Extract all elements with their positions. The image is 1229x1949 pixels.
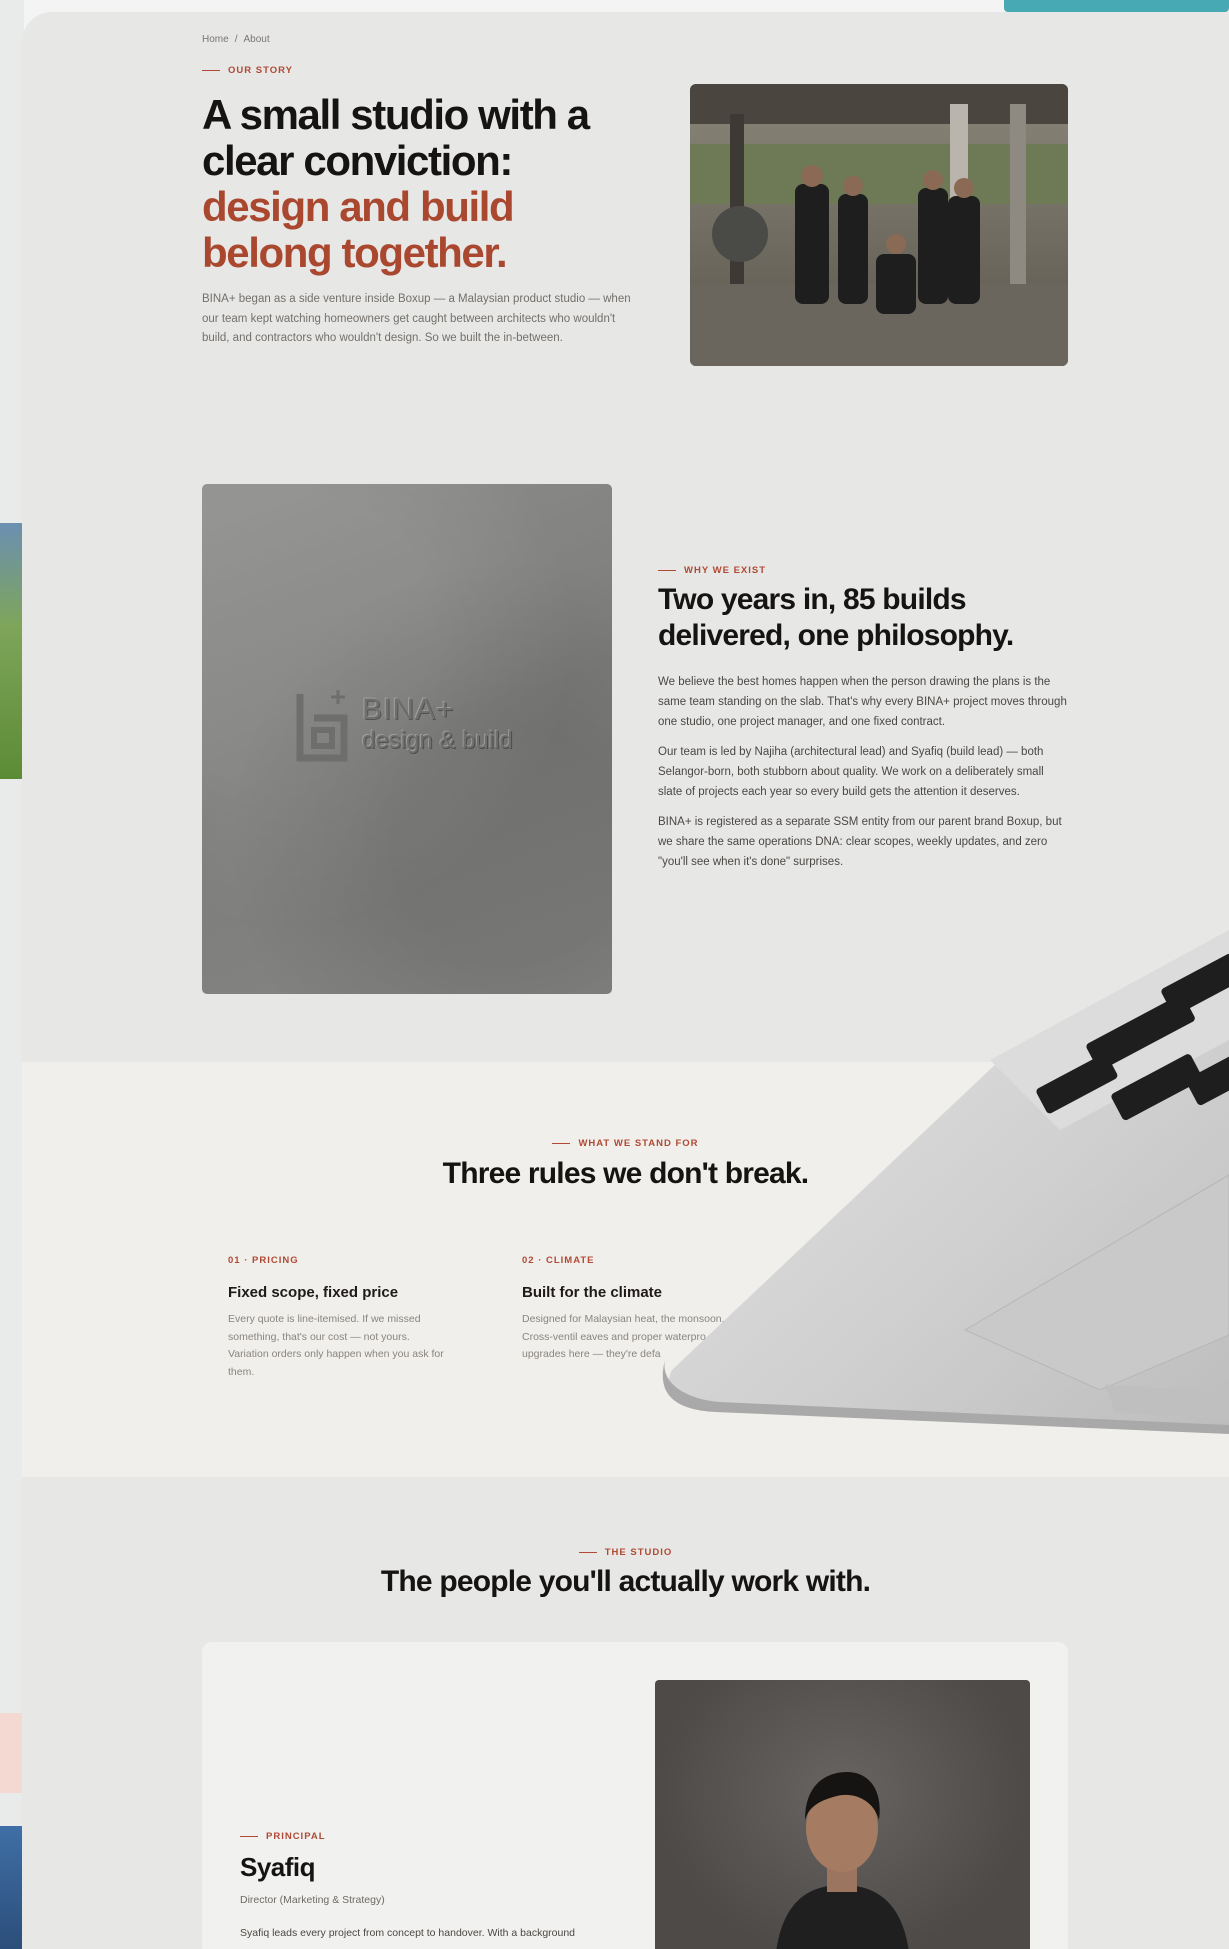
breadcrumb: Home / About (202, 34, 270, 45)
eyebrow-dash (658, 569, 676, 572)
why-paragraph: Our team is led by Najiha (architectural… (658, 746, 1044, 798)
bina-wordmark: BINA+ (362, 693, 455, 726)
hero-title-line: clear conviction: (202, 137, 513, 184)
principal-eyebrow: PRINCIPAL (240, 1831, 326, 1842)
breadcrumb-home-link[interactable]: Home (202, 34, 229, 45)
team-member-name: Syafiq (240, 1852, 316, 1882)
eyebrow-dash (202, 69, 220, 72)
team-member-role: Director (Marketing & Strategy) (240, 1894, 385, 1906)
eyebrow-dash (552, 1142, 571, 1145)
why-body: We believe the best homes happen when th… (658, 672, 1068, 882)
rule-tag: 02 · CLIMATE (522, 1255, 595, 1266)
rule-body: Designed for Malaysian heat, the monsoon… (522, 1313, 725, 1360)
rule-title: Built for the climate (522, 1284, 663, 1301)
rules-eyebrow-label: WHAT WE STAND FOR (578, 1138, 699, 1149)
studio-title: The people you'll actually work with. (380, 1565, 871, 1598)
team-photo (690, 84, 1068, 366)
rule-tag: 01 · PRICING (228, 1255, 299, 1266)
studio-eyebrow-label: THE STUDIO (604, 1547, 673, 1558)
rule-card-pricing: 01 · PRICING Fixed scope, fixed price Ev… (228, 1255, 448, 1381)
about-page: Home / About OUR STORY A small studio wi… (22, 12, 1229, 1949)
peek-photo (0, 523, 22, 779)
eyebrow-dash (240, 1835, 258, 1838)
rule-title: Fixed scope, fixed price (228, 1284, 399, 1301)
principal-eyebrow-label: PRINCIPAL (266, 1831, 326, 1842)
hero-title-line: A small studio with a (202, 91, 590, 138)
studio-eyebrow: THE STUDIO (22, 1547, 1229, 1558)
background-teal-strip (1004, 0, 1229, 12)
why-eyebrow-label: WHY WE EXIST (684, 565, 767, 576)
rule-card-climate: 02 · CLIMATE Built for the climate Desig… (522, 1255, 742, 1364)
why-paragraph: BINA+ is registered as a separate SSM en… (658, 816, 1062, 868)
breadcrumb-separator: / (234, 34, 238, 45)
bina-tagline: design & build (362, 727, 513, 754)
hero-title-accent: design and build (202, 183, 515, 230)
bina-logo: BINA+ design & build (292, 684, 513, 764)
team-photo-illustration (690, 84, 1068, 366)
hero-title: A small studio with a clear conviction: … (202, 92, 662, 276)
hero-body: BINA+ began as a side venture inside Box… (202, 293, 631, 344)
why-eyebrow: WHY WE EXIST (658, 565, 766, 576)
why-paragraph: We believe the best homes happen when th… (658, 676, 1067, 728)
bina-logo-mark-icon (292, 684, 352, 764)
rules-eyebrow: WHAT WE STAND FOR (22, 1138, 1229, 1149)
team-member-bio: Syafiq leads every project from concept … (240, 1927, 576, 1939)
peek-photo (0, 1826, 22, 1949)
peek-card (0, 1713, 22, 1793)
team-member-portrait (655, 1680, 1030, 1949)
breadcrumb-current: About (243, 34, 270, 45)
eyebrow-dash (578, 1551, 597, 1554)
background-page-peek (0, 0, 24, 1949)
hero-eyebrow: OUR STORY (202, 65, 293, 76)
hero-eyebrow-label: OUR STORY (228, 65, 293, 76)
rules-title: Three rules we don't break. (442, 1157, 809, 1190)
rule-body: Every quote is line-itemised. If we miss… (228, 1313, 444, 1378)
hero-title-accent: belong together. (202, 229, 508, 276)
brand-concrete-tile: BINA+ design & build (202, 484, 612, 994)
why-title: Two years in, 85 builds delivered, one p… (658, 583, 1014, 652)
